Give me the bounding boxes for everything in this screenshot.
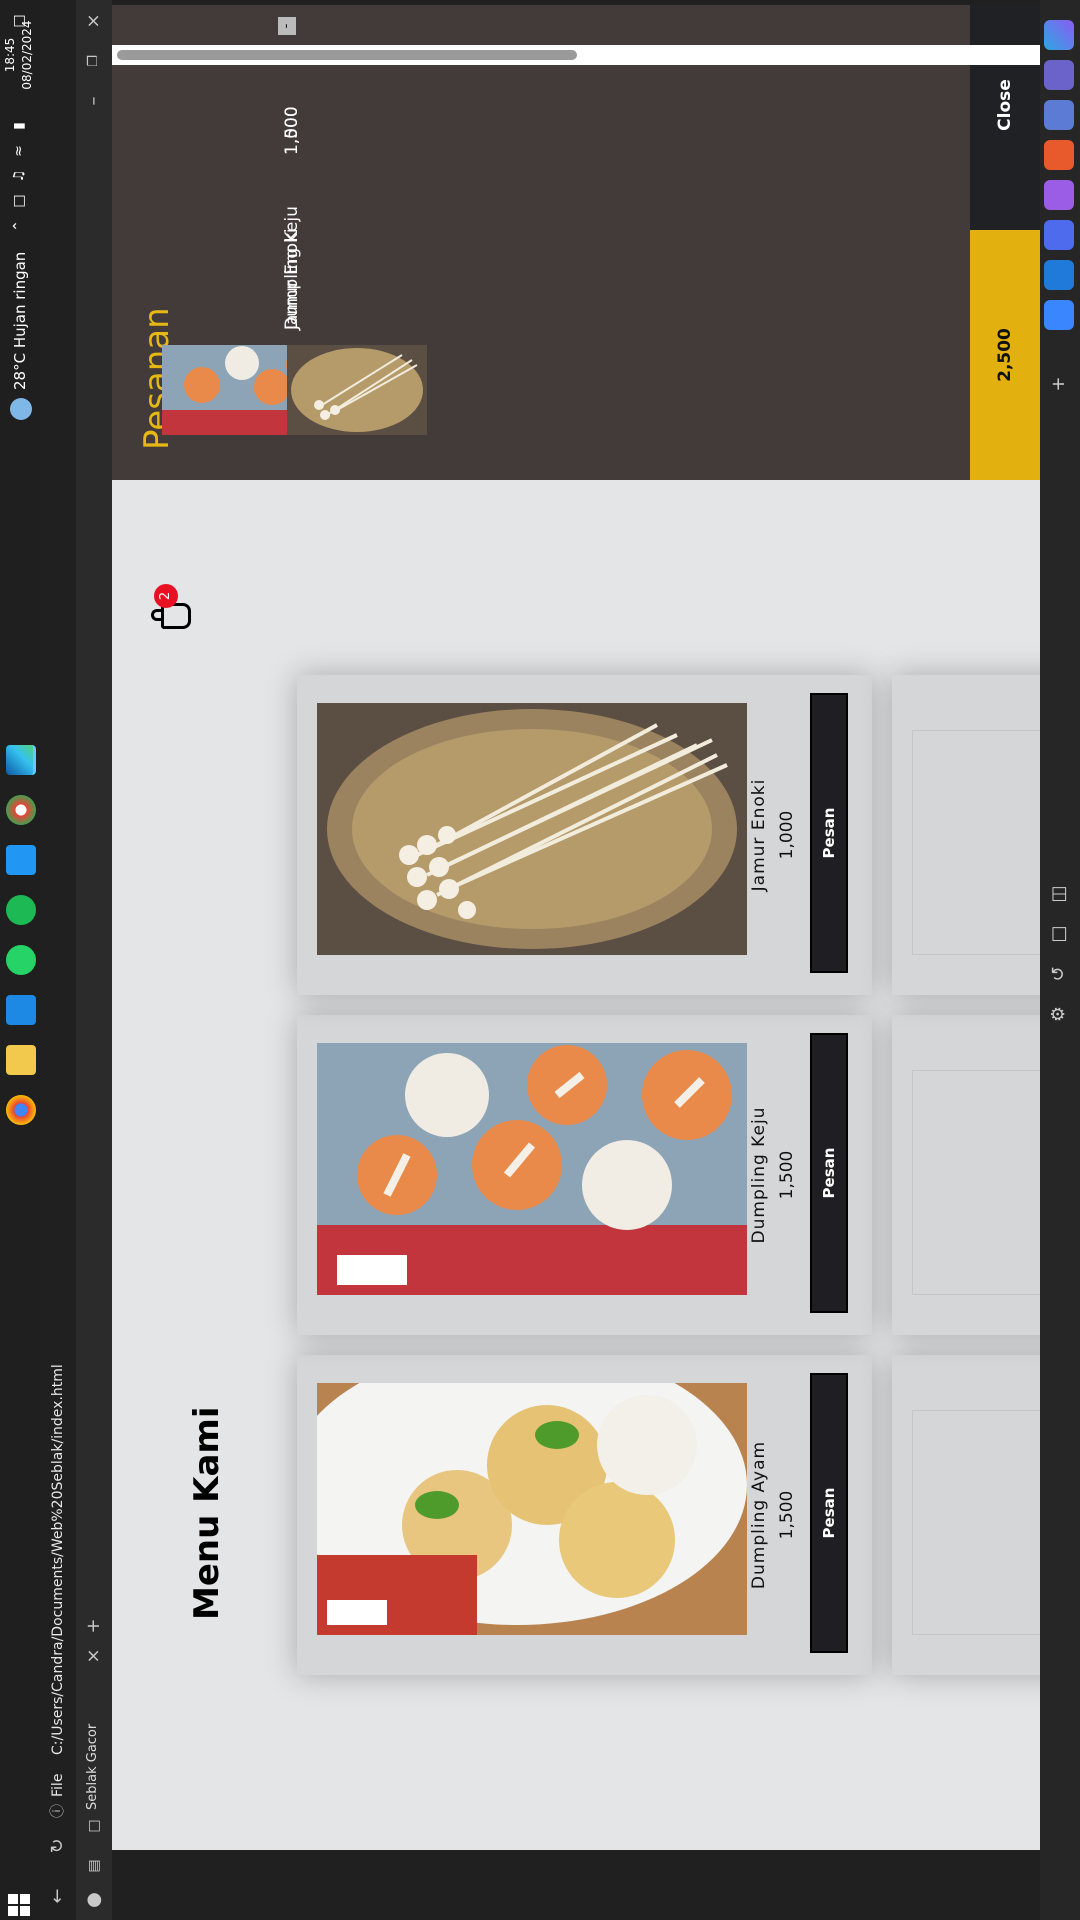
menu-item-price: 1,500 [777,1150,797,1200]
url-text[interactable]: C:/Users/Candra/Documents/Web%20Seblak/i… [46,1364,70,1755]
address-bar[interactable]: ← ↻ ⓘ File C:/Users/Candra/Documents/Web… [40,0,76,1920]
history-icon[interactable]: ↺ [1048,963,1070,985]
windows-start-icon[interactable] [8,1892,32,1916]
pesan-button[interactable]: Pesan [810,693,848,973]
menu-card-dumpling-keju: Dumpling Keju 1,500 Pesan [297,1015,872,1335]
whatsapp-icon[interactable] [6,945,36,975]
pesan-button[interactable]: Pesan [810,1373,848,1653]
tab-strip: ● ▤ □ Seblak Gacor × + × – ❐ ⋯ [76,0,140,1920]
broken-image [912,1410,1040,1635]
browser-window: ← ↻ ⓘ File C:/Users/Candra/Documents/Web… [40,0,1080,1920]
split-screen-icon[interactable]: ◫ [1048,883,1070,905]
tab-favicon-icon: □ [86,1819,102,1833]
notification-app-icon[interactable]: □ [10,192,28,210]
cart-count-badge: 2 [154,584,178,608]
volume-icon[interactable]: ♫ [10,167,28,185]
office-icon[interactable] [1044,140,1074,170]
onedrive-icon[interactable] [1044,220,1074,250]
menu-item-name: Jamur Enoki [749,778,769,892]
wifi-icon[interactable]: ≈ [10,142,28,160]
order-item: Jamur Enoki 1,000 - 1 + [278,5,437,435]
collections-icon[interactable]: □ [1048,923,1070,945]
spotify-icon[interactable] [6,895,36,925]
browser-profile-icon[interactable]: ● [80,1886,108,1914]
menu-card-dumpling-ayam: Dumpling Ayam 1,500 Pesan [297,1355,872,1675]
battery-icon[interactable]: ▮ [10,117,28,135]
file-protocol-label: File [50,1773,66,1797]
menu-card-broken [892,675,1040,995]
horizontal-scrollbar[interactable] [112,45,1040,65]
back-arrow-icon[interactable]: ← [44,1882,72,1910]
edge-icon[interactable] [6,745,36,775]
shopping-tag-icon[interactable] [1044,100,1074,130]
dumpling-ayam-image [317,1383,747,1635]
order-item-image [287,345,427,435]
folder-icon[interactable] [6,1045,36,1075]
order-item: Dumpling Keju 1,500 - 1 + [112,5,322,435]
search-icon[interactable] [1044,60,1074,90]
order-item-name: Jamur Enoki [282,228,302,330]
tab-close-icon[interactable]: × [80,1642,108,1670]
menu-item-price: 1,500 [777,1490,797,1540]
vscode-icon[interactable] [6,845,36,875]
jamur-enoki-image [317,703,747,955]
window-minimize-icon[interactable]: – [80,87,108,115]
menu-card-broken [892,1355,1040,1675]
weather-icon [9,398,32,420]
weather-widget[interactable]: 28°C Hujan ringan [6,180,34,420]
menu-card-jamur-enoki: Jamur Enoki 1,000 Pesan [297,675,872,995]
outlook-sidebar-icon[interactable] [1044,260,1074,290]
page-title: Menu Kami [187,1406,227,1620]
new-tab-icon[interactable]: + [80,1612,108,1640]
menu-item-price: 1,000 [777,810,797,860]
broken-image [912,730,1040,955]
games-icon[interactable] [1044,180,1074,210]
add-sidebar-icon[interactable]: + [1048,373,1070,395]
browser-sidebar: + ◫ □ ↺ ⚙ [1040,0,1080,1920]
order-total: 2,500 [970,230,1040,480]
page-viewport: Menu Kami 2 Dumpling Ayam 1,500 Pesan Du… [112,5,1040,1850]
weather-text: 28°C Hujan ringan [11,251,29,390]
menu-card-broken [892,1015,1040,1335]
order-panel: Pesanan Dumpling Keju 1,500 - 1 [112,5,1040,480]
decrease-qty-button[interactable]: - [278,17,296,35]
screen: 28°C Hujan ringan ⌃ □ ♫ ≈ ▮ 18:45 08/02/… [0,0,1080,1920]
pesan-button[interactable]: Pesan [810,1033,848,1313]
menu-item-name: Dumpling Ayam [749,1440,769,1590]
tab-title[interactable]: Seblak Gacor [85,1724,100,1810]
chrome-profile-icon[interactable] [6,795,36,825]
drop-icon[interactable] [1044,300,1074,330]
close-button[interactable]: Close [970,5,1040,230]
refresh-icon[interactable]: ↻ [44,1832,72,1860]
settings-gear-icon[interactable]: ⚙ [1048,1003,1070,1025]
copilot-icon[interactable] [1044,20,1074,50]
chevron-up-icon[interactable]: ⌃ [10,217,28,235]
window-close-icon[interactable]: × [80,7,108,35]
rotated-desktop: 28°C Hujan ringan ⌃ □ ♫ ≈ ▮ 18:45 08/02/… [0,0,1080,1920]
broken-image [912,1070,1040,1295]
menu-item-name: Dumpling Keju [749,1106,769,1244]
outlook-icon[interactable] [6,995,36,1025]
dumpling-keju-image [317,1043,747,1295]
scrollbar-thumb[interactable] [117,50,577,60]
windows-taskbar: 28°C Hujan ringan ⌃ □ ♫ ≈ ▮ 18:45 08/02/… [0,0,40,1920]
browser-toolbar: ← ↻ ⓘ File C:/Users/Candra/Documents/Web… [40,0,140,1920]
tab-actions-icon[interactable]: ▤ [80,1852,108,1880]
chrome-icon[interactable] [6,1095,36,1125]
info-icon[interactable]: ⓘ [44,1797,72,1825]
window-restore-icon[interactable]: ❐ [80,47,108,75]
order-item-price: 1,000 [282,106,302,155]
notification-center-icon[interactable]: □ [10,12,28,30]
